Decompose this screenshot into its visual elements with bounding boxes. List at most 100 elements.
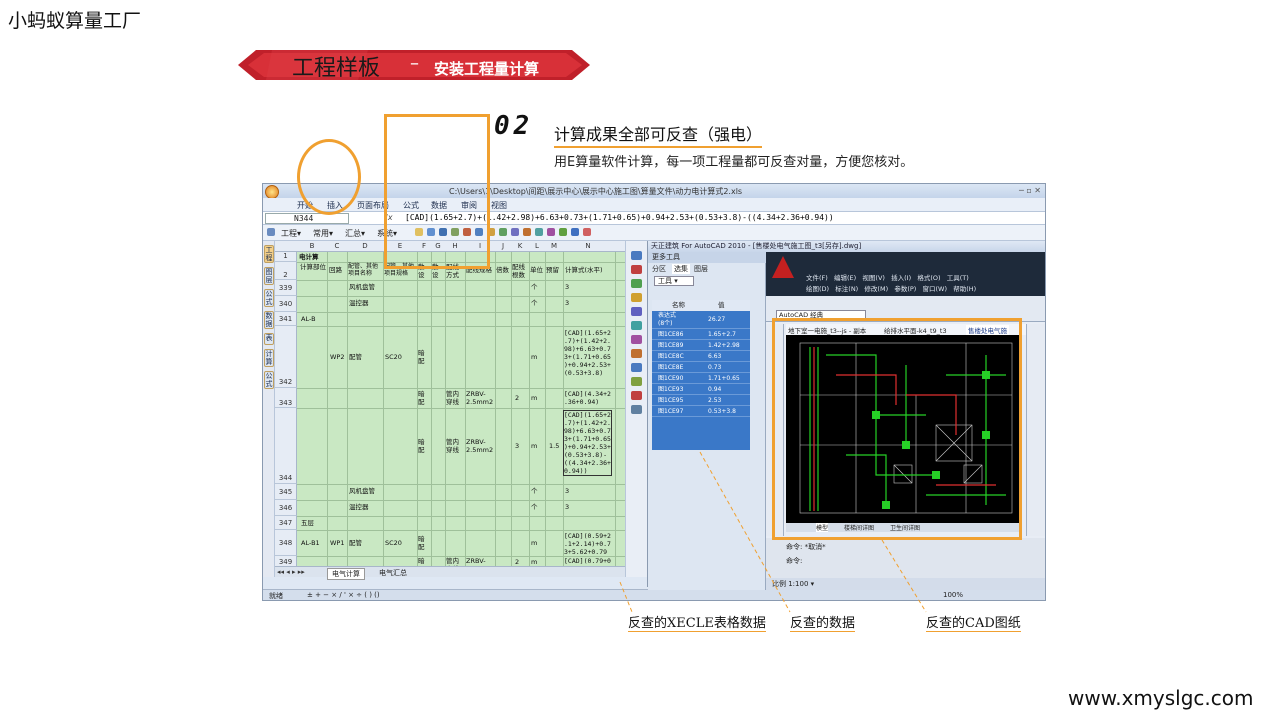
row-number[interactable]: 339 bbox=[275, 280, 297, 296]
row-number[interactable]: 346 bbox=[275, 500, 297, 516]
formula-cell[interactable]: [CAD](0.59+2 .1+2.14)+0.7 3+5.62+0.79 bbox=[564, 532, 611, 556]
header-cell[interactable]: 单位 bbox=[530, 266, 543, 274]
unit-cell[interactable]: 个 bbox=[531, 487, 538, 495]
help-icon[interactable] bbox=[583, 228, 591, 236]
col-header[interactable]: K bbox=[511, 242, 529, 250]
col-header[interactable]: J bbox=[495, 242, 511, 250]
formula-cell[interactable]: [CAD](4.34+2 .36+0.94) bbox=[564, 390, 611, 406]
side-tab-data[interactable]: 数据 bbox=[264, 311, 274, 329]
item-name-cell[interactable]: 温控器 bbox=[349, 299, 369, 307]
header-cell[interactable]: 回路 bbox=[329, 266, 342, 274]
count-cell[interactable]: 2 bbox=[515, 394, 519, 402]
unit-cell[interactable]: m bbox=[531, 394, 537, 402]
menu-draw[interactable]: 绘图(D) bbox=[806, 285, 829, 293]
row-number[interactable]: 344 bbox=[275, 408, 297, 484]
ribbon-tab-view[interactable]: 视图 bbox=[491, 200, 507, 211]
tool-icon[interactable] bbox=[631, 349, 642, 358]
menu-modify[interactable]: 修改(M) bbox=[864, 285, 888, 293]
sheet-tab-calc[interactable]: 电气计算 bbox=[327, 568, 365, 580]
header-cell[interactable]: 预留 bbox=[546, 266, 559, 274]
property-row[interactable]: 图1CE93 0.94 bbox=[652, 384, 750, 395]
col-header[interactable]: D bbox=[347, 242, 383, 250]
command-line[interactable]: 命令: *取消* 命令: bbox=[766, 538, 1045, 578]
wire-cell[interactable]: ZRBV-2.5mm2 bbox=[466, 390, 495, 406]
menu-summary[interactable]: 汇总▾ bbox=[345, 228, 365, 239]
wire-cell[interactable]: ZRBV-2.5mm2 bbox=[466, 438, 495, 454]
autocad-logo-icon[interactable] bbox=[772, 256, 794, 278]
command-prompt[interactable]: 命令: bbox=[786, 556, 802, 566]
menu-help[interactable]: 帮助(H) bbox=[953, 285, 976, 293]
part-cell[interactable]: AL-B1 bbox=[301, 539, 320, 547]
col-header[interactable]: C bbox=[327, 242, 347, 250]
menu-common[interactable]: 常用▾ bbox=[313, 228, 333, 239]
menu-tools[interactable]: 工具(T) bbox=[947, 274, 969, 282]
tool-icon[interactable] bbox=[631, 335, 642, 344]
col-header[interactable]: B bbox=[297, 242, 327, 250]
menu-dimension[interactable]: 标注(N) bbox=[835, 285, 858, 293]
header-cell[interactable]: 倍数 bbox=[496, 266, 509, 274]
spec-cell[interactable]: SC20 bbox=[385, 539, 402, 547]
sum-icon[interactable] bbox=[535, 228, 543, 236]
header-cell[interactable]: 配管、其他项目名称 bbox=[348, 263, 383, 277]
value-cell[interactable]: 3 bbox=[565, 503, 569, 511]
chart-icon[interactable] bbox=[523, 228, 531, 236]
tool-icon[interactable] bbox=[631, 279, 642, 288]
panel-tab-selection[interactable]: 选集 bbox=[672, 264, 690, 274]
unit-cell[interactable]: m bbox=[531, 353, 537, 361]
item-name-cell[interactable]: 温控器 bbox=[349, 503, 369, 511]
circuit-cell[interactable]: WP2 bbox=[330, 353, 344, 361]
sheet-title-cell[interactable]: 电计算 bbox=[299, 253, 319, 261]
property-row[interactable]: 图1CE90 1.71+0.65 bbox=[652, 373, 750, 384]
panel-tab-zone[interactable]: 分区 bbox=[652, 264, 666, 274]
item-name-cell[interactable]: 配管 bbox=[349, 353, 362, 361]
menu-project[interactable]: 工程▾ bbox=[281, 228, 301, 239]
method-cell[interactable]: 管内穿线 bbox=[446, 438, 465, 454]
search-icon[interactable] bbox=[511, 228, 519, 236]
lay-cell[interactable]: 暗配 bbox=[418, 390, 430, 406]
sheet-nav-icon[interactable]: ◂◂ ◂ ▸ ▸▸ bbox=[277, 568, 305, 576]
menu-window[interactable]: 窗口(W) bbox=[923, 285, 948, 293]
method-cell[interactable]: 管内穿线 bbox=[446, 390, 465, 406]
menu-view[interactable]: 视图(V) bbox=[862, 274, 885, 282]
tool-icon[interactable] bbox=[631, 307, 642, 316]
header-cell[interactable]: 计算式(水平) bbox=[565, 266, 603, 274]
side-tab-formula[interactable]: 公式 bbox=[264, 289, 274, 307]
name-box[interactable]: N344 bbox=[265, 213, 349, 224]
col-header[interactable]: M bbox=[545, 242, 563, 250]
value-cell[interactable]: 3 bbox=[565, 487, 569, 495]
side-tab-project[interactable]: 工程 bbox=[264, 245, 274, 263]
tool-icon[interactable] bbox=[631, 377, 642, 386]
window-controls[interactable]: ─ ▫ ✕ bbox=[1019, 186, 1041, 195]
row-number[interactable]: 340 bbox=[275, 296, 297, 312]
row-number[interactable]: 349 bbox=[275, 556, 297, 566]
menu-edit[interactable]: 编辑(E) bbox=[834, 274, 856, 282]
property-row[interactable]: 图1CE89 1.42+2.98 bbox=[652, 340, 750, 351]
tool-icon[interactable] bbox=[631, 405, 642, 414]
count-cell[interactable]: 2 bbox=[515, 558, 519, 566]
formula-cell[interactable]: [CAD](0.79+0 .73) bbox=[564, 557, 611, 566]
verify-icon[interactable] bbox=[559, 228, 567, 236]
reserve-cell[interactable]: 1.5 bbox=[549, 442, 559, 450]
row-number[interactable]: 1 bbox=[275, 252, 297, 262]
sheet-tab-summary[interactable]: 电气汇总 bbox=[375, 568, 411, 578]
side-tab-table[interactable]: 表 bbox=[264, 333, 274, 345]
item-name-cell[interactable]: 风机盘管 bbox=[349, 283, 375, 291]
property-row[interactable]: 图1CE8E 0.73 bbox=[652, 362, 750, 373]
tool-icon[interactable] bbox=[631, 251, 642, 260]
part-cell[interactable]: 五层 bbox=[301, 519, 314, 527]
property-row[interactable]: 表达式 (8个) 26.27 bbox=[652, 311, 750, 329]
row-number[interactable]: 2 bbox=[275, 262, 297, 280]
formula-cell-selected[interactable]: [CAD](1.65+2 .7)+(1.42+2. 98)+6.63+0.7 3… bbox=[563, 410, 612, 476]
menu-file[interactable]: 文件(F) bbox=[806, 274, 828, 282]
side-tab-formula2[interactable]: 公式 bbox=[264, 371, 274, 389]
circuit-cell[interactable]: WP1 bbox=[330, 539, 344, 547]
filter-icon[interactable] bbox=[547, 228, 555, 236]
tool-icon[interactable] bbox=[631, 363, 642, 372]
symbol-bar[interactable]: ± + − × / ' × ÷ ( ) () bbox=[307, 591, 380, 599]
row-number[interactable]: 342 bbox=[275, 326, 297, 388]
tool-dropdown[interactable]: 工具 ▾ bbox=[654, 276, 694, 286]
lay-cell[interactable]: 暗配 bbox=[418, 349, 430, 365]
tool-icon[interactable] bbox=[631, 293, 642, 302]
property-row[interactable]: 图1CE97 0.53+3.8 bbox=[652, 406, 750, 417]
wire-cell[interactable]: ZRBV-2.5mm2 bbox=[466, 557, 495, 566]
